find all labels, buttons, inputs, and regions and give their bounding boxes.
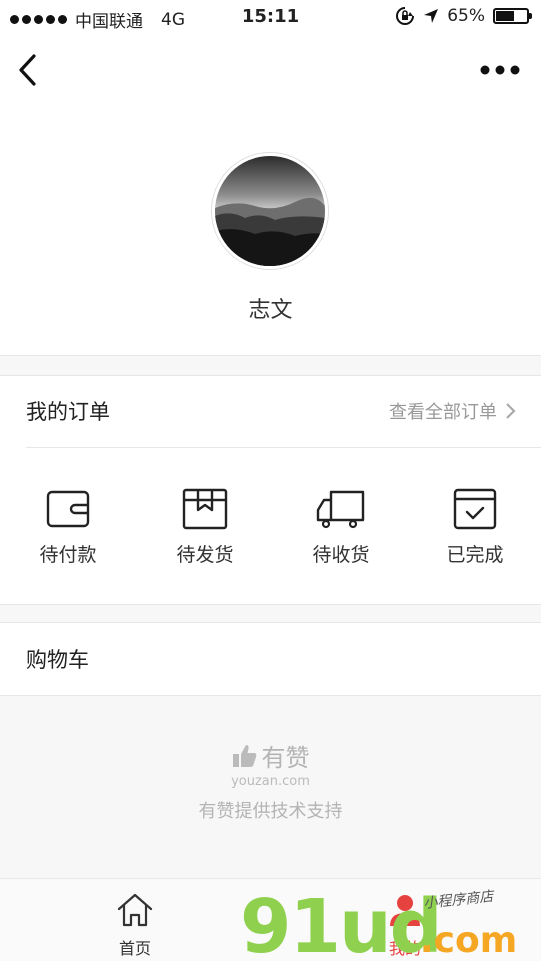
package-icon — [182, 488, 228, 530]
back-button[interactable] — [14, 52, 44, 88]
order-completed[interactable]: 已完成 — [420, 488, 530, 567]
brand-domain: youzan.com — [231, 774, 310, 789]
orientation-lock-icon — [396, 7, 415, 25]
more-button[interactable] — [479, 58, 521, 82]
chevron-right-icon — [506, 403, 516, 419]
view-all-label: 查看全部订单 — [389, 402, 497, 423]
user-icon — [390, 895, 420, 926]
orders-section: 我的订单 查看全部订单 待付款 待发货 待收货 已完成 — [0, 375, 541, 605]
status-bar: 中国联通 4G 15:11 65% — [0, 0, 541, 36]
chevron-left-icon — [19, 54, 36, 86]
brand-footer: 有赞 youzan.com 有赞提供技术支持 — [0, 738, 541, 823]
location-icon — [424, 9, 439, 23]
more-dots-icon — [480, 65, 520, 75]
divider — [26, 447, 541, 448]
order-status-label: 待发货 — [176, 544, 234, 566]
brand-name: 有赞 — [261, 744, 310, 772]
truck-icon — [316, 490, 365, 529]
shopping-cart-row[interactable]: 购物车 — [0, 622, 541, 696]
view-all-orders-link[interactable]: 查看全部订单 — [389, 398, 517, 424]
order-pending-shipment[interactable]: 待发货 — [150, 488, 260, 567]
cart-title: 购物车 — [26, 648, 89, 672]
checked-box-icon — [453, 488, 497, 530]
nav-bar — [0, 36, 541, 106]
battery-fill — [496, 11, 515, 21]
user-name: 志文 — [248, 298, 293, 323]
avatar-landscape-image — [215, 156, 325, 266]
thumbs-up-icon — [232, 744, 256, 767]
wallet-icon — [46, 490, 90, 528]
brand-support-text: 有赞提供技术支持 — [198, 801, 343, 822]
tab-label: 首页 — [118, 939, 151, 958]
tab-home[interactable]: 首页 — [95, 891, 175, 959]
status-right: 65% — [395, 6, 532, 26]
profile-section: 志文 — [0, 106, 541, 356]
battery-icon — [493, 8, 532, 24]
tab-label: 我的 — [388, 939, 421, 958]
home-icon — [117, 893, 153, 927]
orders-title: 我的订单 — [26, 400, 110, 424]
battery-percent: 65% — [447, 6, 485, 26]
order-status-label: 已完成 — [446, 544, 504, 566]
avatar[interactable] — [212, 153, 328, 269]
order-pending-payment[interactable]: 待付款 — [13, 488, 123, 567]
tab-bar: 首页 我的 — [0, 878, 541, 961]
brand-logo: 有赞 — [0, 738, 541, 773]
order-pending-receipt[interactable]: 待收货 — [286, 488, 396, 567]
order-status-label: 待付款 — [39, 544, 97, 566]
order-status-label: 待收货 — [312, 544, 370, 566]
tab-mine[interactable]: 我的 — [365, 891, 445, 959]
